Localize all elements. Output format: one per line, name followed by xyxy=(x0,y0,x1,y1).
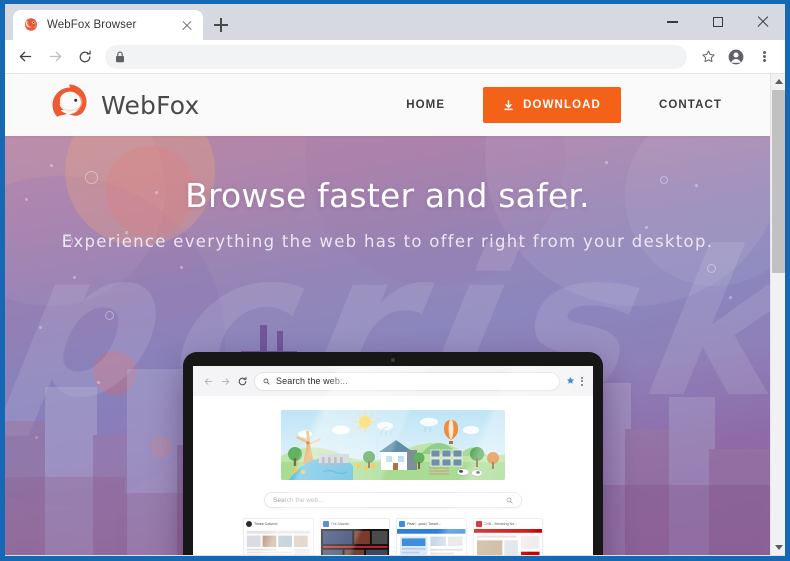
maximize-icon xyxy=(712,17,723,27)
star-icon xyxy=(701,50,715,63)
new-tab-button[interactable] xyxy=(207,11,235,39)
tile-thumbnail xyxy=(244,529,313,555)
tile-thumbnail xyxy=(397,529,466,555)
inner-star-icon[interactable] xyxy=(566,372,575,390)
tile[interactable]: Times Colonist xyxy=(243,518,314,555)
os-window-frame: WebFox Browser WebFox HOME DOWNLOAD CONT… xyxy=(0,0,790,561)
back-arrow-icon xyxy=(19,51,31,62)
scroll-down-arrow-icon xyxy=(774,545,783,550)
tile-label: Times Colonist xyxy=(254,522,278,526)
page-scrollbar[interactable] xyxy=(770,74,785,555)
tile[interactable]: The Atlantic xyxy=(319,518,390,555)
inner-back-arrow-icon[interactable] xyxy=(203,376,214,387)
download-button-label: DOWNLOAD xyxy=(523,99,601,111)
scroll-down-button[interactable] xyxy=(771,540,785,555)
menu-dot xyxy=(762,50,766,54)
hero-section: pcrisk.com Browse faster and safer. Expe… xyxy=(5,136,770,555)
profile-button[interactable] xyxy=(723,44,749,70)
bookmark-button[interactable] xyxy=(695,44,721,70)
tile-favicon xyxy=(475,521,482,527)
tile-head: Pearl - pool | Toront... xyxy=(397,519,466,529)
download-button[interactable]: DOWNLOAD xyxy=(483,87,621,123)
page-viewport: WebFox HOME DOWNLOAD CONTACT pcrisk.com … xyxy=(5,74,785,555)
scroll-up-button[interactable] xyxy=(771,74,785,89)
illustration-banner xyxy=(281,410,505,480)
laptop-lid: Search the web... Search the web... Time… xyxy=(183,352,603,555)
hero-title: Browse faster and safer. xyxy=(185,176,590,215)
hero-subtitle: Experience everything the web has to off… xyxy=(61,232,714,251)
maximize-button[interactable] xyxy=(695,7,740,37)
tile-head: The Atlantic xyxy=(321,519,390,529)
tab-strip: WebFox Browser xyxy=(5,4,785,40)
back-button[interactable] xyxy=(11,43,39,71)
close-icon[interactable] xyxy=(179,17,195,33)
tile-label: Pearl - pool | Toront... xyxy=(407,522,442,526)
tile-label: CNN - Breaking Ne... xyxy=(483,522,518,526)
minimize-button[interactable] xyxy=(650,7,695,37)
menu-dot xyxy=(581,383,583,386)
inner-forward-arrow-icon[interactable] xyxy=(220,376,231,387)
green-energy-illustration xyxy=(281,410,505,480)
tile-favicon xyxy=(399,521,405,527)
inner-browser-toolbar: Search the web... xyxy=(193,366,593,396)
laptop-camera xyxy=(391,358,395,362)
inner-reload-icon[interactable] xyxy=(237,376,248,387)
inner-search-box[interactable]: Search the web... xyxy=(264,492,522,508)
minimize-icon xyxy=(667,21,678,23)
download-arrow-icon xyxy=(504,99,513,110)
browser-window: WebFox Browser WebFox HOME DOWNLOAD CONT… xyxy=(5,4,785,556)
reload-button[interactable] xyxy=(71,43,99,71)
site-nav: HOME DOWNLOAD CONTACT xyxy=(384,87,744,123)
menu-dot xyxy=(581,376,583,379)
web-page: WebFox HOME DOWNLOAD CONTACT pcrisk.com … xyxy=(5,74,770,555)
menu-dot xyxy=(762,55,766,58)
reload-icon xyxy=(79,49,91,62)
fox-logo-icon xyxy=(49,84,91,126)
inner-menu-icon[interactable] xyxy=(581,376,583,386)
hero-text: Browse faster and safer. Experience ever… xyxy=(5,136,770,251)
inner-address-bar[interactable]: Search the web... xyxy=(254,371,560,391)
tab-title: WebFox Browser xyxy=(47,19,137,31)
forward-arrow-icon xyxy=(49,51,61,62)
inner-search-placeholder: Search the web... xyxy=(273,496,324,504)
tile-favicon xyxy=(246,521,252,527)
nav-item-contact[interactable]: CONTACT xyxy=(637,99,744,111)
scroll-thumb[interactable] xyxy=(772,90,785,273)
address-bar[interactable] xyxy=(105,44,687,69)
browser-menu-button[interactable] xyxy=(751,44,777,70)
inner-address-text: Search the web... xyxy=(276,376,348,386)
tile[interactable]: CNN - Breaking Ne... xyxy=(472,518,543,555)
menu-dot xyxy=(762,59,766,63)
tile-label: The Atlantic xyxy=(330,522,350,526)
close-window-button[interactable] xyxy=(740,7,785,37)
tile-thumbnail xyxy=(320,529,389,555)
shortcut-tiles: Times Colonist The Atlantic Pearl - pool… xyxy=(243,518,543,555)
tile-head: CNN - Breaking Ne... xyxy=(474,519,543,529)
brand[interactable]: WebFox xyxy=(49,84,200,126)
brand-name: WebFox xyxy=(101,90,200,120)
tile[interactable]: Pearl - pool | Toront... xyxy=(396,518,467,555)
inner-search-icon xyxy=(263,378,270,385)
tile-favicon xyxy=(322,521,329,527)
magnifier-icon xyxy=(506,497,513,504)
browser-toolbar xyxy=(5,40,785,74)
profile-icon xyxy=(728,49,744,64)
site-header: WebFox HOME DOWNLOAD CONTACT xyxy=(5,74,770,136)
inner-page-content: Search the web... Times Colonist The Atl… xyxy=(193,396,593,555)
laptop-mockup: Search the web... Search the web... Time… xyxy=(183,352,603,555)
scroll-up-arrow-icon xyxy=(774,79,783,84)
forward-button[interactable] xyxy=(41,43,69,71)
laptop-screen: Search the web... Search the web... Time… xyxy=(193,366,593,555)
tile-thumbnail xyxy=(473,529,542,555)
nav-item-home[interactable]: HOME xyxy=(384,99,467,111)
menu-dot xyxy=(581,380,583,382)
browser-tab[interactable]: WebFox Browser xyxy=(13,10,203,40)
tile-head: Times Colonist xyxy=(244,519,313,529)
lock-icon xyxy=(116,51,124,62)
fox-favicon-icon xyxy=(23,17,39,33)
close-icon xyxy=(757,16,769,28)
window-controls xyxy=(650,4,785,40)
